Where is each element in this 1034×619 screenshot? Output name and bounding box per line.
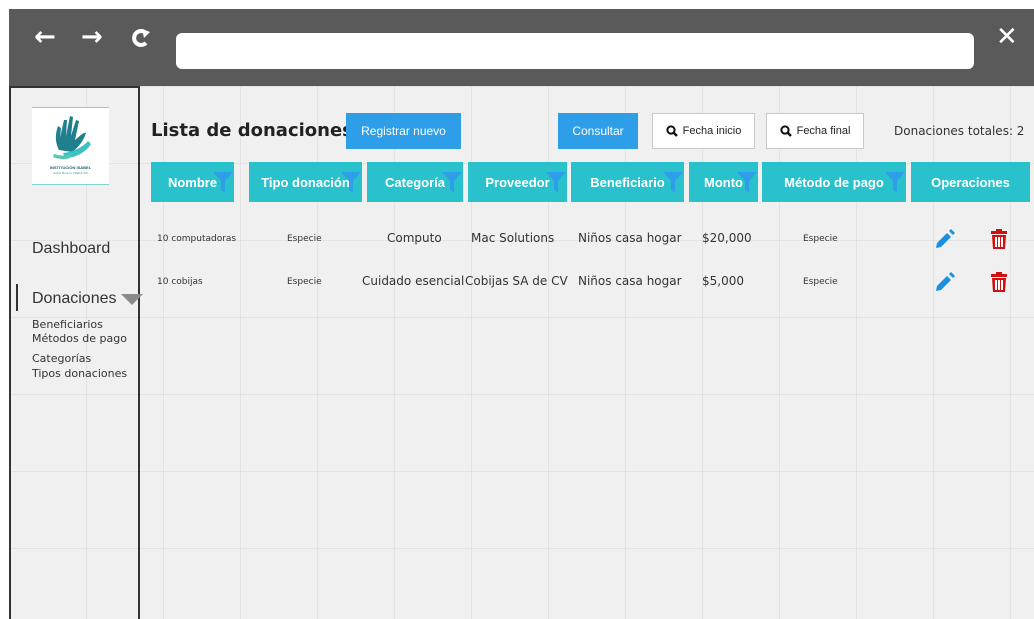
url-bar[interactable] (176, 33, 974, 69)
consult-button[interactable]: Consultar (558, 113, 638, 149)
column-label: Categoría (385, 174, 445, 190)
search-icon (666, 125, 678, 137)
sidebar-item-categorias[interactable]: Categorías (32, 353, 91, 365)
date-start-label: Fecha inicio (682, 125, 742, 137)
filter-icon[interactable] (885, 172, 905, 193)
trash-icon[interactable] (988, 228, 1010, 250)
edit-icon[interactable] (934, 271, 956, 293)
sidebar-item-tipos-donaciones[interactable]: Tipos donaciones (32, 368, 127, 380)
table-cell: 10 computadoras (157, 234, 237, 244)
search-icon (779, 125, 792, 137)
sidebar-item-metodos-pago[interactable]: Métodos de pago (32, 333, 127, 345)
register-button[interactable]: Registrar nuevo (346, 113, 461, 149)
reload-icon[interactable] (129, 22, 151, 59)
table-cell: $5,000 (702, 274, 744, 288)
column-header-categoria[interactable]: Categoría (367, 162, 463, 202)
column-header-operaciones: Operaciones (911, 162, 1030, 202)
table-cell: Niños casa hogar (578, 274, 682, 288)
table-cell: Computo (387, 231, 442, 245)
column-header-beneficiario[interactable]: Beneficiario (571, 162, 684, 202)
filter-icon[interactable] (663, 172, 683, 193)
sidebar-item-beneficiarios[interactable]: Beneficiarios (32, 319, 103, 331)
date-end-label: Fecha final (796, 125, 851, 137)
arrow-right-icon[interactable]: → (81, 22, 103, 52)
column-label: Monto (704, 174, 743, 190)
table-cell: Mac Solutions (471, 231, 555, 245)
table-cell: Especie (803, 277, 838, 287)
arrow-left-icon[interactable]: ← (34, 22, 56, 52)
filter-icon[interactable] (442, 172, 462, 193)
total-count: Donaciones totales: 2 (894, 124, 1025, 138)
date-end-filter[interactable]: Fecha final (766, 113, 864, 149)
table-cell: 10 cobijas (157, 277, 203, 287)
sidebar-item-donaciones[interactable]: Donaciones (32, 290, 117, 308)
column-label: Proveedor (485, 174, 550, 190)
column-header-nombre[interactable]: Nombre (151, 162, 234, 202)
table-cell: Cobijas SA de CV (465, 274, 568, 288)
column-label: Beneficiario (590, 174, 665, 190)
column-label: Método de pago (784, 174, 884, 190)
table-cell: Niños casa hogar (578, 231, 682, 245)
column-header-proveedor[interactable]: Proveedor (468, 162, 567, 202)
edit-icon[interactable] (934, 228, 956, 250)
column-label: Nombre (167, 174, 218, 190)
table-cell: Especie (287, 234, 322, 244)
table-cell: Cuidado esencial (362, 274, 465, 288)
column-label: Tipo donación (261, 174, 350, 190)
chevron-down-icon[interactable] (121, 294, 143, 305)
trash-icon[interactable] (988, 271, 1010, 293)
table-cell: Especie (287, 277, 322, 287)
column-header-metodo-pago[interactable]: Método de pago (762, 162, 906, 202)
logo-text: INSTITUCIÓN ISABEL (49, 165, 92, 170)
column-header-tipo[interactable]: Tipo donación (249, 162, 362, 202)
close-icon[interactable]: ✕ (996, 22, 1018, 52)
logo: INSTITUCIÓN ISABEL Isabel Moreno Villalb… (32, 107, 109, 185)
date-start-filter[interactable]: Fecha inicio (652, 113, 755, 149)
logo-subtext: Isabel Moreno Villalba IAP (52, 171, 89, 175)
page-title: Lista de donaciones (151, 120, 353, 141)
column-header-monto[interactable]: Monto (689, 162, 758, 202)
hands-logo-icon (53, 116, 91, 160)
sidebar-item-dashboard[interactable]: Dashboard (32, 240, 110, 258)
table-cell: $20,000 (702, 231, 752, 245)
column-label: Operaciones (931, 174, 1010, 190)
table-cell: Especie (803, 234, 838, 244)
active-indicator (16, 284, 18, 311)
